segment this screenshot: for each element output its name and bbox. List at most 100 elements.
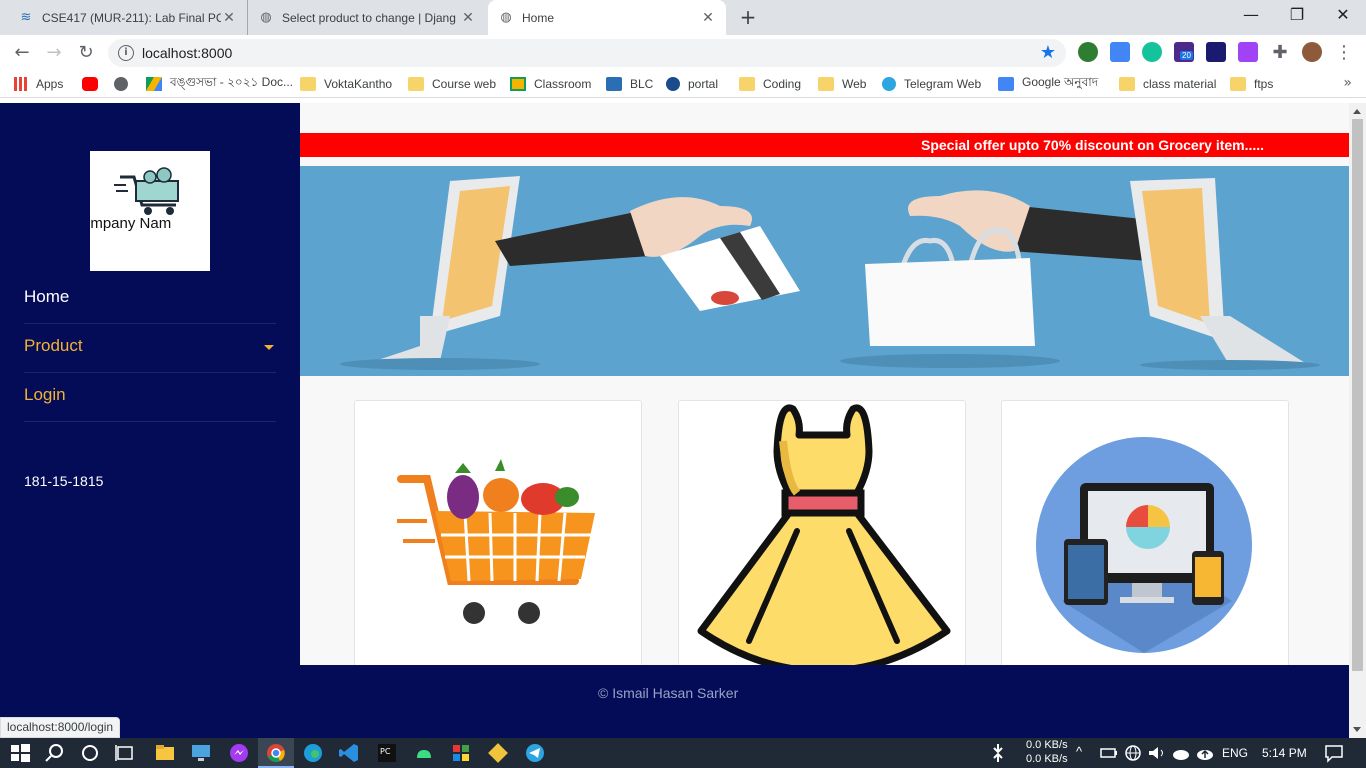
bookmark-telegram[interactable]: Telegram Web — [882, 75, 981, 93]
classroom-icon — [510, 77, 526, 91]
caret-down-icon — [264, 345, 274, 350]
bookmarks-overflow-chevron-icon[interactable]: » — [1343, 75, 1352, 91]
network-speed-arrows-icon — [993, 744, 1003, 762]
telegram-icon — [882, 77, 896, 91]
portal-icon — [666, 77, 680, 91]
tab-title: Select product to change | Djang — [282, 10, 456, 25]
back-button[interactable]: ← — [10, 41, 34, 65]
site-info-icon[interactable]: i — [118, 45, 134, 61]
category-card-electronics[interactable] — [1001, 400, 1289, 665]
input-language-indicator[interactable]: ENG — [1222, 746, 1248, 760]
volume-icon[interactable] — [1146, 742, 1168, 764]
grammarly-icon[interactable] — [1142, 42, 1162, 62]
folder-icon — [1119, 77, 1135, 91]
menu-kebab-icon[interactable]: ⋮ — [1332, 41, 1356, 65]
bookmark-google-translate[interactable]: Google অনুবাদ — [998, 75, 1098, 93]
moodle-icon — [606, 77, 622, 91]
bookmark-voktakantho[interactable]: VoktaKantho — [300, 75, 392, 93]
bookmark-course-web[interactable]: Course web — [408, 75, 496, 93]
marquee-text: Special offer upto 70% discount on Groce… — [921, 137, 1265, 153]
tab-home[interactable]: ◍ Home ✕ — [488, 0, 726, 35]
desktop-app-icon[interactable] — [190, 742, 212, 764]
task-view-icon[interactable] — [114, 742, 136, 764]
windows-start-icon[interactable] — [9, 742, 31, 764]
google-drive-icon — [146, 77, 162, 91]
cortana-icon[interactable] — [79, 742, 101, 764]
bookmark-globe[interactable] — [114, 75, 136, 93]
main-content: Special offer upto 70% discount on Groce… — [300, 103, 1349, 665]
scroll-up-arrow-icon[interactable] — [1353, 109, 1361, 114]
extension-badge-icon[interactable]: 20 — [1174, 42, 1194, 62]
onedrive-cloud-icon[interactable] — [1194, 742, 1216, 764]
link-status-bubble: localhost:8000/login — [0, 717, 121, 738]
globe-icon: ◍ — [260, 10, 272, 25]
sidebar-item-home[interactable]: Home — [24, 275, 276, 324]
pycharm-icon[interactable]: PC — [376, 742, 398, 764]
network-globe-icon[interactable] — [1122, 742, 1144, 764]
extension-globe-icon[interactable] — [1078, 42, 1098, 62]
messenger-icon[interactable] — [228, 742, 250, 764]
globe-icon: ◍ — [500, 10, 512, 25]
battery-icon[interactable] — [1098, 742, 1120, 764]
bookmark-classroom[interactable]: Classroom — [510, 75, 591, 93]
window-close-button[interactable]: ✕ — [1320, 0, 1366, 32]
bookmark-coding[interactable]: Coding — [739, 75, 801, 93]
action-center-icon[interactable] — [1323, 742, 1345, 764]
scrollbar-thumb[interactable] — [1352, 119, 1363, 671]
page-scrollbar[interactable] — [1349, 103, 1366, 738]
category-card-grocery[interactable] — [354, 400, 642, 665]
vscode-icon[interactable] — [338, 742, 360, 764]
search-icon[interactable] — [44, 742, 66, 764]
bookmarks-bar: Apps বঙ্গুসভা - ২০২১ Doc... VoktaKantho … — [0, 70, 1366, 98]
bookmark-ftps[interactable]: ftps — [1230, 75, 1273, 93]
bookmark-portal[interactable]: portal — [666, 75, 718, 93]
tab-lab-final[interactable]: ≋ CSE417 (MUR-211): Lab Final PC- ✕ — [8, 0, 248, 35]
sidebar: ompany Nam Home Product Login 181-15-181… — [0, 103, 300, 738]
shopping-cart-logo-icon — [114, 167, 179, 215]
bookmark-web[interactable]: Web — [818, 75, 866, 93]
tray-expand-chevron-icon[interactable]: ^ — [1076, 744, 1082, 759]
clock-time[interactable]: 5:14 PM — [1262, 746, 1307, 760]
new-tab-button[interactable]: + — [736, 5, 760, 29]
tab-close-icon[interactable]: ✕ — [700, 10, 716, 26]
bookmark-drive-doc[interactable]: বঙ্গুসভা - ২০২১ Doc... — [146, 75, 293, 93]
sidebar-item-login[interactable]: Login — [24, 373, 276, 422]
bookmark-class-material[interactable]: class material — [1119, 75, 1216, 93]
tab-django-admin[interactable]: ◍ Select product to change | Djang ✕ — [248, 0, 486, 35]
forward-button[interactable]: → — [42, 41, 66, 65]
bookmark-apps[interactable]: Apps — [14, 75, 63, 93]
restore-button[interactable]: ❐ — [1274, 0, 1320, 32]
apps-grid-icon — [14, 77, 28, 91]
bookmark-star-icon[interactable]: ★ — [1040, 42, 1056, 63]
android-studio-icon[interactable] — [413, 742, 435, 764]
extensions-puzzle-icon[interactable]: ✚ — [1268, 41, 1292, 65]
bookmark-youtube[interactable] — [82, 75, 106, 93]
globe-icon — [114, 77, 128, 91]
edge-icon[interactable] — [302, 742, 324, 764]
profile-avatar[interactable] — [1302, 42, 1322, 62]
scroll-down-arrow-icon[interactable] — [1353, 727, 1361, 732]
sidebar-item-label: Home — [24, 287, 70, 306]
cloud-sync-icon[interactable] — [1170, 742, 1192, 764]
telegram-icon[interactable] — [524, 742, 546, 764]
electronics-devices-icon — [1036, 437, 1252, 653]
app-grid-icon[interactable] — [450, 742, 472, 764]
address-bar[interactable]: i localhost:8000 ★ — [108, 39, 1066, 67]
offer-marquee: Special offer upto 70% discount on Groce… — [300, 133, 1349, 157]
category-card-clothing[interactable] — [678, 400, 966, 665]
tab-close-icon[interactable]: ✕ — [460, 10, 476, 26]
reload-button[interactable]: ↻ — [74, 41, 98, 65]
feather-extension-icon[interactable] — [1238, 42, 1258, 62]
company-logo[interactable]: ompany Nam — [90, 151, 210, 271]
file-explorer-icon[interactable] — [154, 742, 176, 764]
bookmark-blc[interactable]: BLC — [606, 75, 653, 93]
google-translate-ext-icon[interactable] — [1110, 42, 1130, 62]
vpn-extension-icon[interactable] — [1206, 42, 1226, 62]
folder-icon — [818, 77, 834, 91]
tab-close-icon[interactable]: ✕ — [221, 10, 237, 26]
sidebar-item-product[interactable]: Product — [24, 324, 276, 373]
chrome-icon[interactable] — [265, 742, 287, 764]
minimize-button[interactable]: — — [1228, 0, 1274, 32]
hero-banner — [300, 166, 1349, 376]
git-icon[interactable] — [487, 742, 509, 764]
